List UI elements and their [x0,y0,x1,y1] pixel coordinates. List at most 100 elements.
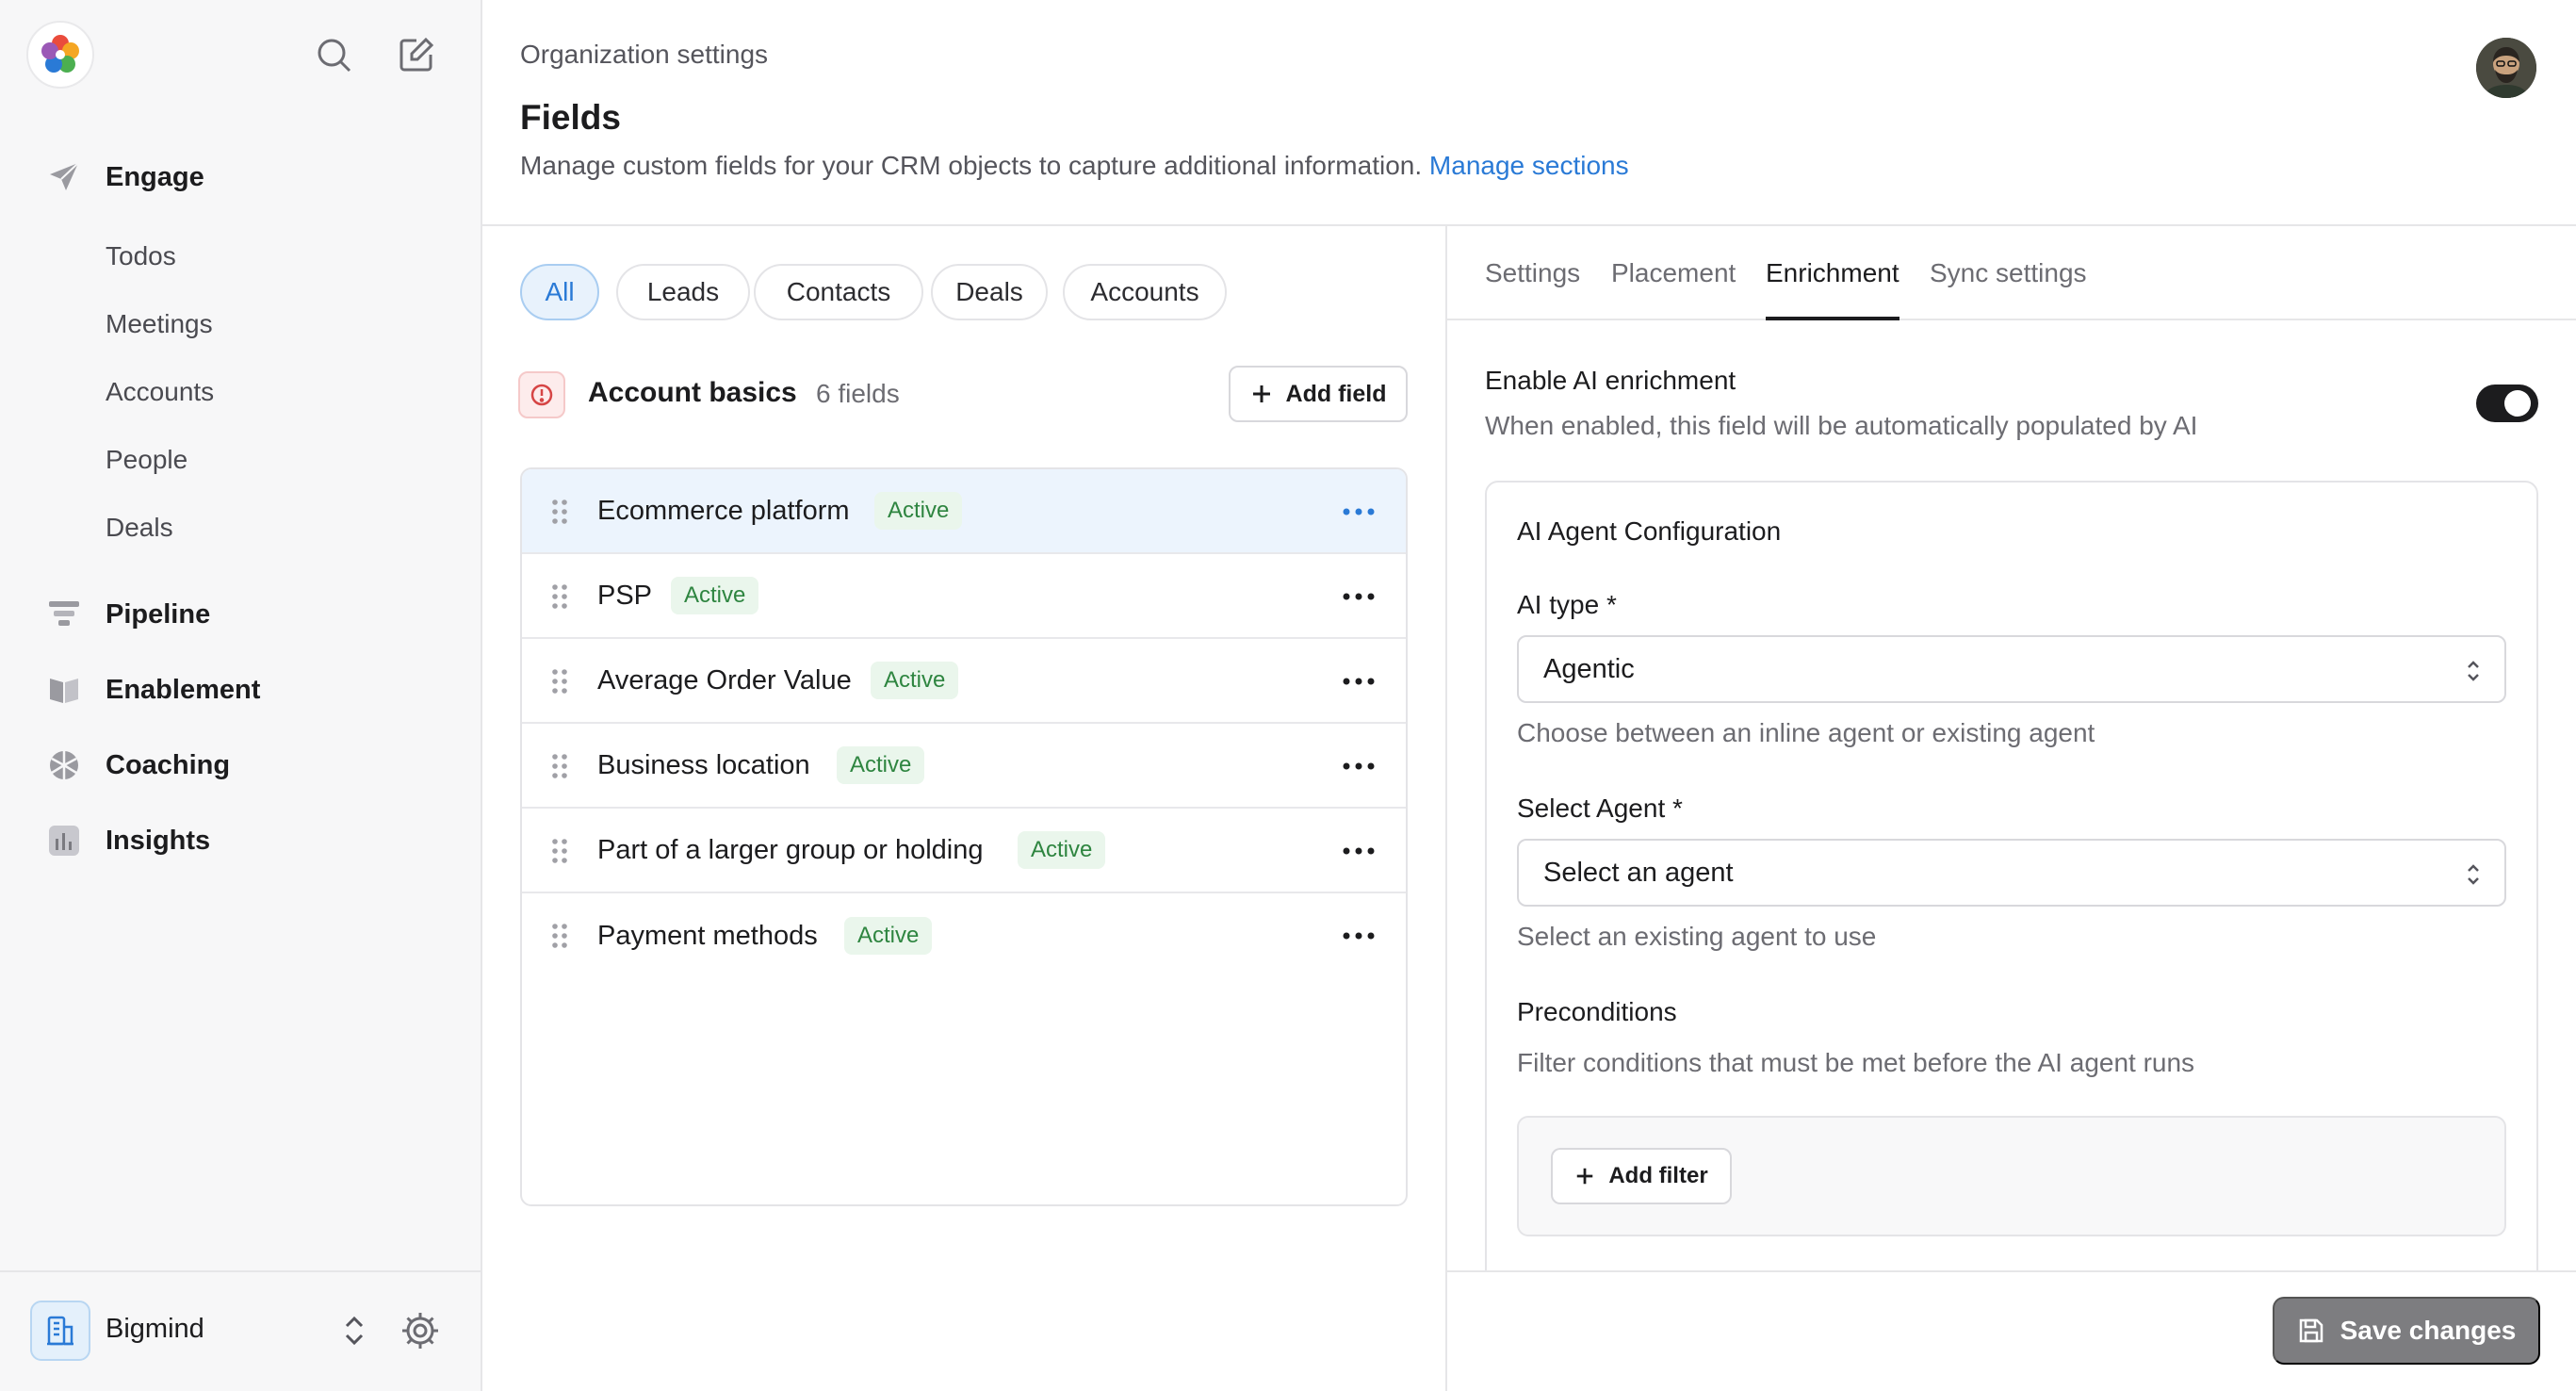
more-options-icon[interactable] [1340,760,1378,773]
status-badge: Active [837,746,925,784]
drag-handle-icon[interactable] [550,922,569,950]
book-icon [45,671,83,709]
toggle-knob [2504,390,2531,417]
nav-label: Insights [106,825,211,856]
nav-label: Pipeline [106,598,211,630]
field-list: Ecommerce platform Active PSP Active Ave… [520,467,1408,1206]
compose-button[interactable] [394,32,439,77]
save-changes-button[interactable]: Save changes [2273,1297,2540,1365]
more-options-icon[interactable] [1340,590,1378,603]
field-row[interactable]: Payment methods Active [522,893,1406,978]
add-filter-button[interactable]: Add filter [1551,1148,1732,1204]
select-agent-help: Select an existing agent to use [1517,922,1877,951]
field-name: Business location [597,749,810,780]
bar-chart-icon [45,822,83,859]
edit-icon [399,37,434,72]
nav-sub-label: Accounts [106,377,215,406]
nav-sub-label: Todos [106,241,176,270]
nav-enablement[interactable]: Enablement [45,665,260,714]
drag-handle-icon[interactable] [550,752,569,780]
workspace-name: Bigmind [106,1314,204,1344]
add-field-button[interactable]: Add field [1229,366,1408,422]
select-agent-select[interactable]: Select an agent [1517,839,2506,907]
field-row[interactable]: Part of a larger group or holding Active [522,809,1406,893]
field-row[interactable]: Business location Active [522,724,1406,809]
nav-label: Enablement [106,674,261,705]
enrichment-description: When enabled, this field will be automat… [1485,411,2198,440]
nav-engage[interactable]: Engage [45,153,204,202]
status-badge: Active [671,577,759,614]
flower-logo-icon [41,35,79,73]
plus-icon [1577,1168,1593,1185]
add-field-label: Add field [1285,380,1387,407]
nav-pipeline[interactable]: Pipeline [45,590,210,639]
nav-sub-people[interactable]: People [106,437,187,483]
status-badge: Active [874,492,963,530]
gear-icon[interactable] [399,1310,441,1351]
manage-sections-link[interactable]: Manage sections [1429,151,1629,180]
save-changes-label: Save changes [2340,1316,2517,1345]
field-name: PSP [597,580,653,611]
tab-placement[interactable]: Placement [1611,258,1736,320]
ai-type-help: Choose between an inline agent or existi… [1517,718,2095,747]
field-detail-panel: Settings Placement Enrichment Sync setti… [1447,226,2576,1391]
nav-sub-accounts[interactable]: Accounts [106,369,214,415]
filter-pill-accounts[interactable]: Accounts [1063,264,1227,320]
workspace-switcher[interactable]: Bigmind [0,1270,481,1391]
breadcrumb[interactable]: Organization settings [520,40,768,70]
nav-sub-label: Deals [106,513,173,542]
section-title: Account basics [588,377,797,408]
page-header: Organization settings Fields Manage cust… [482,0,2576,226]
drag-handle-icon[interactable] [550,837,569,865]
status-badge: Active [1018,831,1106,869]
tab-settings[interactable]: Settings [1485,258,1580,320]
more-options-icon[interactable] [1340,929,1378,942]
select-agent-placeholder: Select an agent [1543,857,1734,888]
status-badge: Active [871,662,959,699]
nav-sub-meetings[interactable]: Meetings [106,302,213,347]
nav-insights[interactable]: Insights [45,816,210,865]
tab-sync-settings[interactable]: Sync settings [1930,258,2087,320]
enrichment-title: Enable AI enrichment [1485,366,1736,395]
more-options-icon[interactable] [1340,844,1378,858]
card-title: AI Agent Configuration [1517,516,1782,546]
alert-circle-icon [518,371,565,418]
ai-type-value: Agentic [1543,653,1635,684]
chevron-up-down-icon[interactable] [337,1312,371,1350]
description-text: Manage custom fields for your CRM object… [520,151,1423,180]
ai-type-select[interactable]: Agentic [1517,635,2506,703]
section-field-count: 6 fields [816,379,900,408]
filter-pill-deals[interactable]: Deals [931,264,1048,320]
nav-sub-deals[interactable]: Deals [106,505,173,550]
footer-bar: Save changes [1447,1270,2576,1391]
chevron-up-down-icon [2468,864,2479,885]
fields-list-panel: All Leads Contacts Deals Accounts Accoun… [482,226,1447,1391]
filter-pill-contacts[interactable]: Contacts [754,264,923,320]
preconditions-help: Filter conditions that must be met befor… [1517,1048,2195,1077]
more-options-icon[interactable] [1340,505,1378,518]
search-button[interactable] [311,32,356,77]
plus-icon [1252,385,1270,402]
nav-coaching[interactable]: Coaching [45,741,230,790]
drag-handle-icon[interactable] [550,667,569,696]
more-options-icon[interactable] [1340,675,1378,688]
filter-pill-all[interactable]: All [520,264,599,320]
field-row[interactable]: Ecommerce platform Active [522,469,1406,554]
field-row[interactable]: Average Order Value Active [522,639,1406,724]
status-badge: Active [844,917,933,955]
nav-sub-todos[interactable]: Todos [106,234,176,279]
user-avatar-icon [2476,38,2536,98]
app-logo[interactable] [26,21,94,89]
field-row[interactable]: PSP Active [522,554,1406,639]
funnel-icon [45,596,83,633]
drag-handle-icon[interactable] [550,582,569,611]
ai-enrichment-toggle[interactable] [2476,385,2538,422]
select-agent-label: Select Agent * [1517,794,1683,823]
filter-pill-leads[interactable]: Leads [616,264,750,320]
tab-enrichment[interactable]: Enrichment [1766,258,1899,320]
page-description: Manage custom fields for your CRM object… [520,151,1629,181]
drag-handle-icon[interactable] [550,498,569,526]
field-name: Part of a larger group or holding [597,834,984,865]
save-icon [2299,1318,2323,1343]
avatar[interactable] [2476,38,2536,98]
